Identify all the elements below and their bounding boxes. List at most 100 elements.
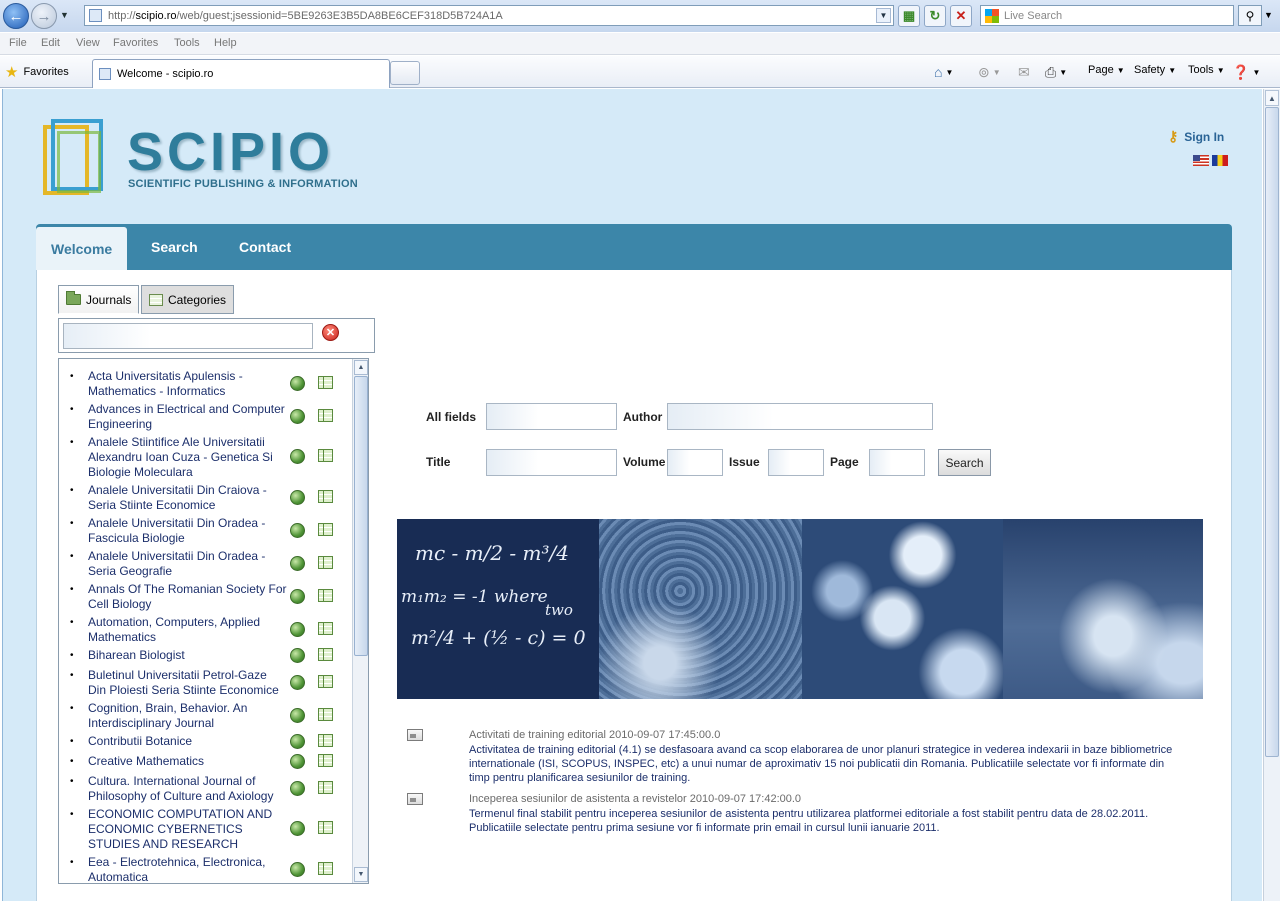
stop-icon[interactable]: ✕	[950, 5, 972, 27]
home-button[interactable]: ⌂ ▼	[934, 64, 953, 80]
address-field[interactable]: http://scipio.ro/web/guest;jsessionid=5B…	[84, 5, 894, 26]
safety-menu[interactable]: Safety ▼	[1134, 64, 1176, 76]
issues-table-icon[interactable]	[318, 821, 333, 834]
menu-help[interactable]: Help	[214, 37, 237, 49]
scroll-thumb[interactable]	[354, 376, 368, 656]
journal-link[interactable]: Analele Universitatii Din Craiova - Seri…	[88, 483, 288, 513]
journal-filter-input[interactable]	[63, 323, 313, 349]
issues-table-icon[interactable]	[318, 734, 333, 747]
search-icon[interactable]: ⚲	[1238, 5, 1262, 26]
globe-icon[interactable]	[290, 734, 305, 749]
globe-icon[interactable]	[290, 648, 305, 663]
globe-icon[interactable]	[290, 408, 305, 424]
tab-categories[interactable]: Categories	[141, 285, 235, 314]
journal-link[interactable]: Creative Mathematics	[88, 754, 288, 769]
history-dropdown-icon[interactable]: ▼	[60, 10, 69, 20]
volume-input[interactable]	[667, 449, 723, 476]
forward-icon[interactable]: →	[31, 3, 57, 29]
sign-in-link[interactable]: ⚷ Sign In	[1168, 128, 1224, 145]
globe-icon[interactable]	[290, 588, 305, 604]
issues-table-icon[interactable]	[318, 648, 333, 661]
tab-journals[interactable]: Journals	[58, 285, 140, 314]
issues-table-icon[interactable]	[318, 522, 333, 536]
journal-link[interactable]: Analele Universitatii Din Oradea - Fasci…	[88, 516, 288, 546]
page-input[interactable]	[869, 449, 925, 476]
journal-link[interactable]: ECONOMIC COMPUTATION AND ECONOMIC CYBERN…	[88, 807, 288, 852]
author-input[interactable]	[667, 403, 933, 430]
globe-icon[interactable]	[290, 375, 305, 391]
journal-link[interactable]: Cognition, Brain, Behavior. An Interdisc…	[88, 701, 288, 731]
menu-favorites[interactable]: Favorites	[113, 37, 158, 49]
romanian-flag-icon[interactable]	[1212, 155, 1228, 166]
globe-icon[interactable]	[290, 489, 305, 505]
back-icon[interactable]: ←	[3, 3, 29, 29]
menu-edit[interactable]: Edit	[41, 37, 60, 49]
page-scroll-up-icon[interactable]: ▲	[1265, 90, 1279, 106]
globe-icon[interactable]	[290, 821, 305, 836]
live-search-input[interactable]: Live Search	[980, 5, 1234, 26]
journal-link[interactable]: Buletinul Universitatii Petrol-Gaze Din …	[88, 668, 288, 698]
journal-link[interactable]: Eea - Electrotehnica, Electronica, Autom…	[88, 855, 288, 883]
globe-icon[interactable]	[290, 621, 305, 637]
journal-link[interactable]: Cultura. International Journal of Philos…	[88, 774, 288, 804]
search-button[interactable]: Search	[938, 449, 991, 476]
globe-icon[interactable]	[290, 449, 305, 464]
issues-table-icon[interactable]	[318, 555, 333, 569]
globe-icon[interactable]	[290, 555, 305, 571]
page-menu[interactable]: Page ▼	[1088, 64, 1125, 76]
issue-input[interactable]	[768, 449, 824, 476]
scroll-up-icon[interactable]: ▲	[354, 360, 368, 375]
issues-table-icon[interactable]	[318, 449, 333, 462]
globe-icon[interactable]	[290, 861, 305, 877]
issues-table-icon[interactable]	[318, 408, 333, 422]
english-flag-icon[interactable]	[1193, 155, 1209, 166]
journal-link[interactable]: Contributii Botanice	[88, 734, 288, 749]
globe-icon[interactable]	[290, 522, 305, 538]
help-button[interactable]: ❓ ▼	[1232, 64, 1260, 81]
issues-table-icon[interactable]	[318, 621, 333, 635]
globe-icon[interactable]	[290, 674, 305, 690]
menu-view[interactable]: View	[76, 37, 100, 49]
new-tab-button[interactable]	[390, 61, 420, 85]
journal-link[interactable]: Biharean Biologist	[88, 648, 288, 663]
nav-welcome[interactable]: Welcome	[36, 227, 128, 270]
nav-contact[interactable]: Contact	[239, 224, 291, 270]
scroll-down-icon[interactable]: ▼	[354, 867, 368, 882]
page-scroll-thumb[interactable]	[1265, 107, 1279, 757]
issues-table-icon[interactable]	[318, 375, 333, 389]
globe-icon[interactable]	[290, 754, 305, 769]
feeds-button[interactable]: ⊚ ▼	[978, 64, 1001, 81]
menu-tools[interactable]: Tools	[174, 37, 200, 49]
journal-link[interactable]: Automation, Computers, Applied Mathemati…	[88, 615, 288, 645]
issues-table-icon[interactable]	[318, 707, 333, 721]
issues-table-icon[interactable]	[318, 674, 333, 688]
address-dropdown-icon[interactable]: ▼	[876, 8, 891, 23]
issues-table-icon[interactable]	[318, 861, 333, 875]
issues-table-icon[interactable]	[318, 489, 333, 503]
nav-search[interactable]: Search	[151, 224, 198, 270]
search-options-dropdown-icon[interactable]: ▼	[1264, 10, 1273, 20]
journal-link[interactable]: Analele Stiintifice Ale Universitatii Al…	[88, 435, 288, 480]
refresh-icon[interactable]: ↻	[924, 5, 946, 27]
journal-link[interactable]: Analele Universitatii Din Oradea - Seria…	[88, 549, 288, 579]
journal-link[interactable]: Acta Universitatis Apulensis - Mathemati…	[88, 369, 288, 399]
globe-icon[interactable]	[290, 707, 305, 723]
journal-list-scrollbar[interactable]: ▲ ▼	[352, 359, 368, 883]
journal-link[interactable]: Advances in Electrical and Computer Engi…	[88, 402, 288, 432]
favorites-button[interactable]: ★ Favorites	[5, 63, 69, 81]
all-fields-input[interactable]	[486, 403, 617, 430]
issues-table-icon[interactable]	[318, 588, 333, 602]
browser-tab-active[interactable]: Welcome - scipio.ro	[92, 59, 390, 88]
compatibility-view-icon[interactable]: ▦	[898, 5, 920, 27]
globe-icon[interactable]	[290, 780, 305, 796]
print-button[interactable]: ⎙ ▼	[1045, 64, 1067, 81]
tools-menu[interactable]: Tools ▼	[1188, 64, 1225, 76]
mail-button[interactable]: ✉	[1018, 64, 1030, 81]
journal-link[interactable]: Annals Of The Romanian Society For Cell …	[88, 582, 288, 612]
title-input[interactable]	[486, 449, 617, 476]
clear-filter-icon[interactable]: ✕	[322, 324, 339, 341]
issues-table-icon[interactable]	[318, 754, 333, 767]
menu-file[interactable]: File	[9, 37, 27, 49]
page-scrollbar[interactable]: ▲	[1263, 89, 1280, 901]
issues-table-icon[interactable]	[318, 780, 333, 794]
